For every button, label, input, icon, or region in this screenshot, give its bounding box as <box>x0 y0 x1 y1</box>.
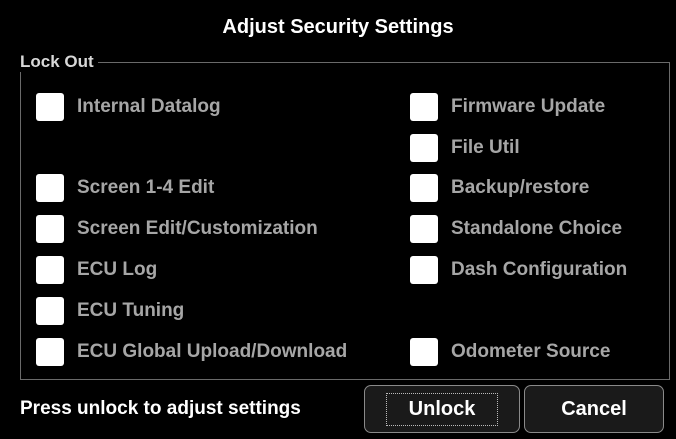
option-label: Odometer Source <box>451 341 611 362</box>
lockout-legend: Lock Out <box>20 52 98 72</box>
option-label: Standalone Choice <box>451 218 623 239</box>
dialog-title: Adjust Security Settings <box>222 16 454 38</box>
checkbox-odometer-source[interactable] <box>410 338 438 366</box>
checkbox-ecu-global-upload-download[interactable] <box>36 338 64 366</box>
option-ecu-tuning[interactable]: ECU Tuning <box>36 295 184 327</box>
option-screen-edit-customization[interactable]: Screen Edit/Customization <box>36 213 318 245</box>
checkbox-dash-configuration[interactable] <box>410 256 438 284</box>
unlock-prompt: Press unlock to adjust settings <box>20 398 301 419</box>
option-internal-datalog[interactable]: Internal Datalog <box>36 91 221 123</box>
checkbox-ecu-log[interactable] <box>36 256 64 284</box>
option-label: Backup/restore <box>451 177 590 198</box>
option-ecu-global-upload-download[interactable]: ECU Global Upload/Download <box>36 336 347 368</box>
option-label: ECU Log <box>77 259 158 280</box>
cancel-button[interactable]: Cancel <box>524 385 664 433</box>
option-odometer-source[interactable]: Odometer Source <box>410 336 610 368</box>
checkbox-ecu-tuning[interactable] <box>36 297 64 325</box>
checkbox-standalone-choice[interactable] <box>410 215 438 243</box>
checkbox-firmware-update[interactable] <box>410 93 438 121</box>
option-firmware-update[interactable]: Firmware Update <box>410 91 605 123</box>
option-ecu-log[interactable]: ECU Log <box>36 254 157 286</box>
option-label: Internal Datalog <box>77 96 221 117</box>
checkbox-backup-restore[interactable] <box>410 174 438 202</box>
option-label: ECU Global Upload/Download <box>77 341 348 362</box>
option-label: Screen Edit/Customization <box>77 218 318 239</box>
option-label: ECU Tuning <box>77 300 185 321</box>
option-label: File Util <box>451 137 520 158</box>
checkbox-screen-edit-customization[interactable] <box>36 215 64 243</box>
option-standalone-choice[interactable]: Standalone Choice <box>410 213 622 245</box>
option-backup-restore[interactable]: Backup/restore <box>410 172 589 204</box>
option-label: Screen 1-4 Edit <box>77 177 215 198</box>
option-file-util[interactable]: File Util <box>410 132 520 164</box>
option-label: Dash Configuration <box>451 259 628 280</box>
option-screen-1-4-edit[interactable]: Screen 1-4 Edit <box>36 172 214 204</box>
cancel-button-label: Cancel <box>561 397 627 420</box>
option-label: Firmware Update <box>451 96 606 117</box>
checkbox-internal-datalog[interactable] <box>36 93 64 121</box>
checkbox-file-util[interactable] <box>410 134 438 162</box>
unlock-button-label: Unlock <box>385 392 499 426</box>
checkbox-screen-1-4-edit[interactable] <box>36 174 64 202</box>
option-dash-configuration[interactable]: Dash Configuration <box>410 254 627 286</box>
unlock-button[interactable]: Unlock <box>364 385 520 433</box>
